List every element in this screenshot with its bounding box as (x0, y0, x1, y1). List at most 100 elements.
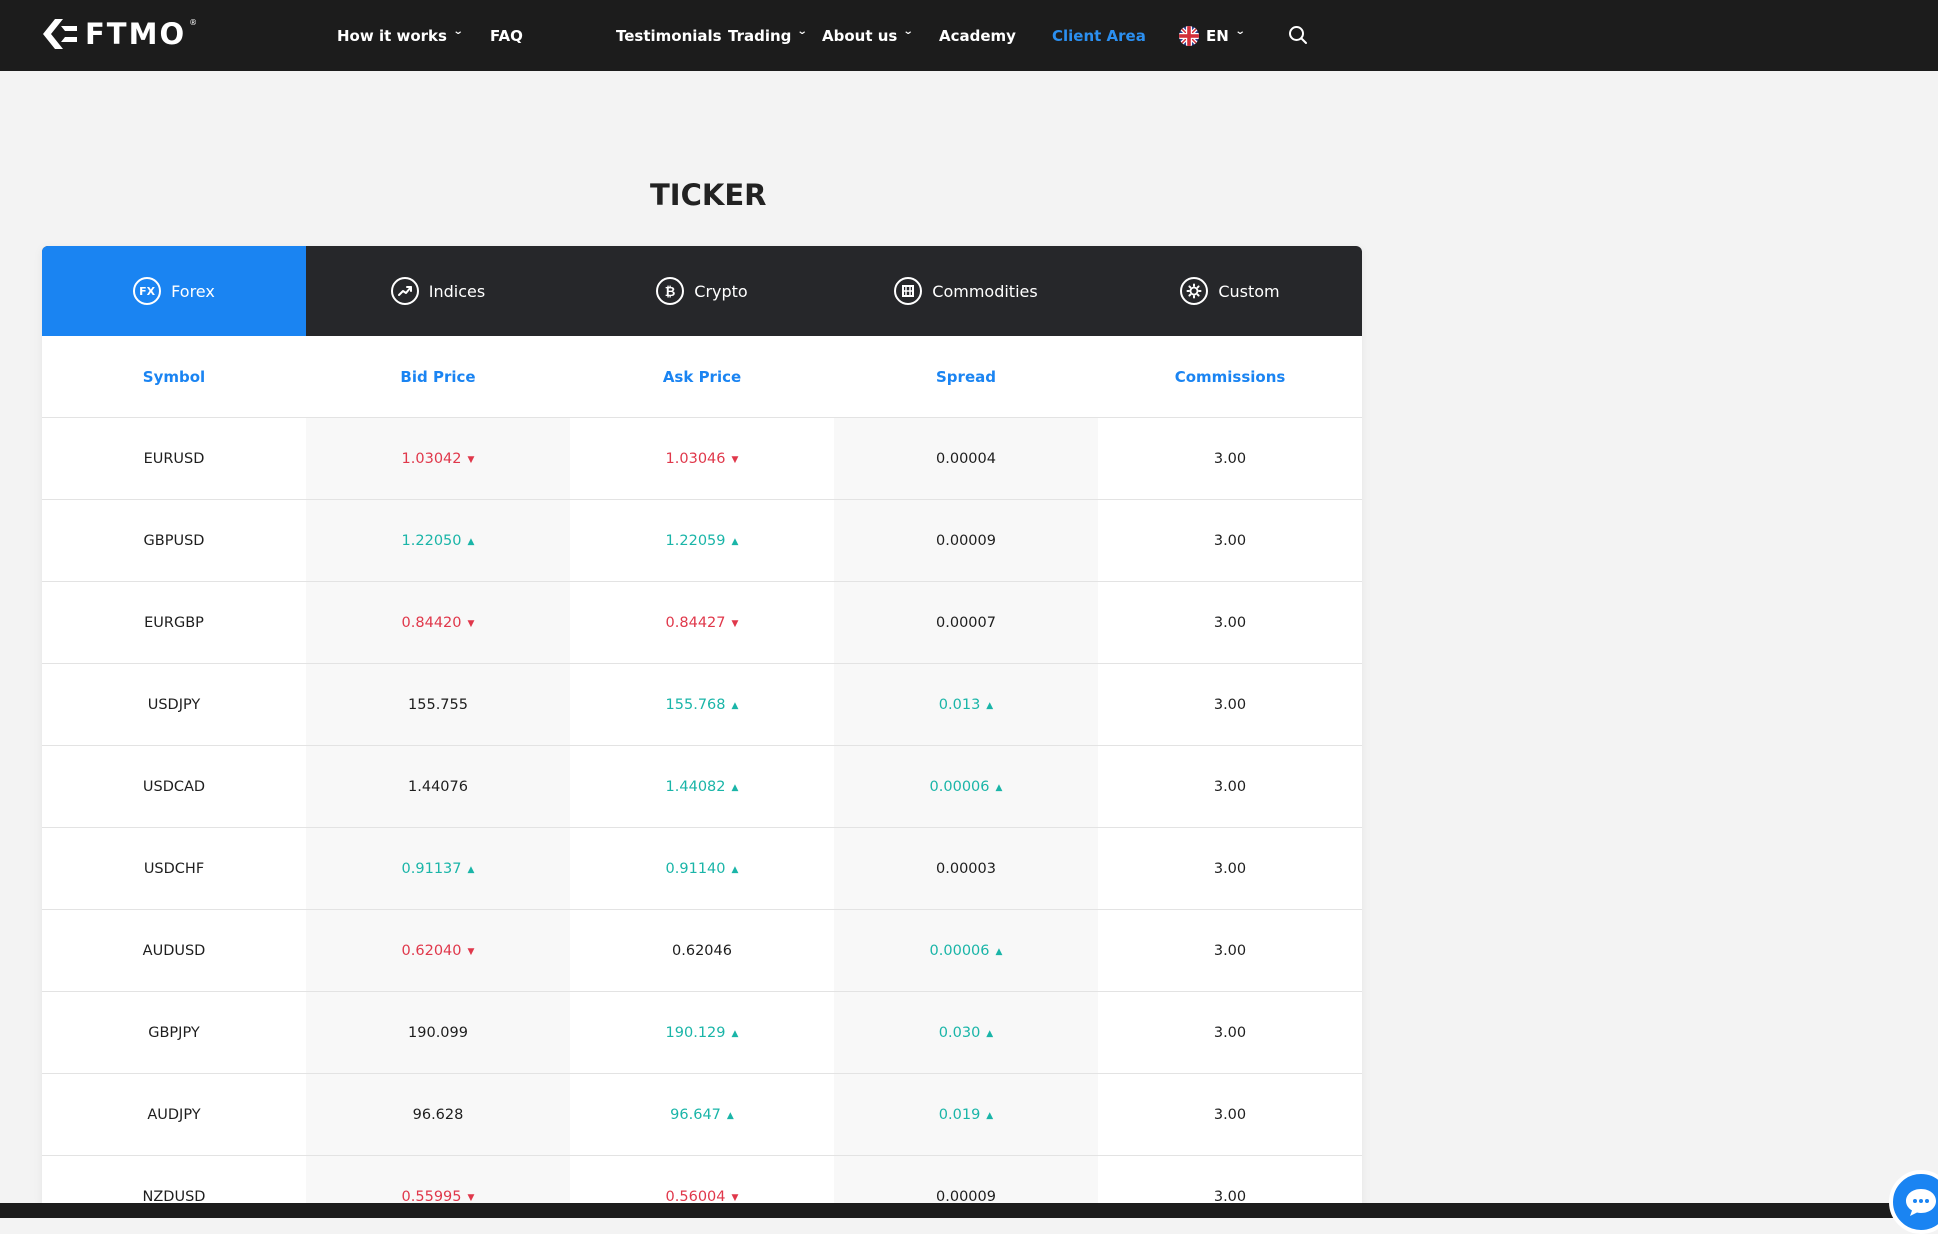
bid-price-cell: 0.62040 ▼ (306, 909, 570, 992)
page-title: TICKER (650, 178, 767, 212)
table-row[interactable]: AUDUSD 0.62040 ▼ 0.62046 0.00006 ▲ 3.00 (42, 909, 1362, 992)
tab-label: Custom (1218, 281, 1280, 301)
arrow-down-icon: ▼ (731, 618, 739, 629)
spread-value: 0.00007 (936, 614, 996, 631)
arrow-up-icon: ▲ (467, 536, 475, 547)
ask-price-value: 1.22059 (665, 532, 726, 549)
ask-price-value: 190.129 (665, 1024, 726, 1041)
nav-item-client-area[interactable]: Client Area (1052, 27, 1146, 45)
bid-price-value: 190.099 (408, 1024, 468, 1041)
ask-price-cell: 155.768 ▲ (570, 663, 834, 746)
table-row[interactable]: AUDJPY 96.628 96.647 ▲ 0.019 ▲ 3.00 (42, 1073, 1362, 1156)
symbol: AUDJPY (147, 1106, 201, 1123)
bid-price-value: 1.22050 (401, 532, 462, 549)
spread-cell: 0.030 ▲ (834, 991, 1098, 1074)
bid-price: 0.91137 ▲ (402, 861, 475, 877)
spread-cell: 0.00004 (834, 417, 1098, 500)
arrow-up-icon: ▲ (731, 536, 739, 547)
spread: 0.00009 (936, 533, 996, 549)
trend-up-icon (390, 277, 419, 305)
table-row[interactable]: NZDUSD 0.55995 ▼ 0.56004 ▼ 0.00009 3.00 (42, 1155, 1362, 1206)
ask-price: 0.62046 (672, 943, 732, 959)
bid-price-value: 1.03042 (401, 450, 462, 467)
table-row[interactable]: USDCAD 1.44076 1.44082 ▲ 0.00006 ▲ 3.00 (42, 745, 1362, 828)
arrow-up-icon: ▲ (731, 1028, 739, 1039)
chevron-down-icon: ⌄ (797, 26, 809, 37)
ftmo-logo-icon (43, 19, 77, 49)
tab-label: Forex (171, 281, 215, 301)
arrow-up-icon: ▲ (995, 782, 1003, 793)
spread-cell: 0.00007 (834, 581, 1098, 664)
arrow-down-icon: ▼ (731, 454, 739, 465)
language-selector[interactable]: EN ⌄ (1179, 25, 1245, 46)
arrow-up-icon: ▲ (995, 946, 1003, 957)
bid-price-cell: 1.44076 (306, 745, 570, 828)
commission: 3.00 (1213, 860, 1247, 877)
table-row[interactable]: GBPJPY 190.099 190.129 ▲ 0.030 ▲ 3.00 (42, 991, 1362, 1074)
nav-item-faq[interactable]: FAQ (490, 27, 523, 45)
bid-price-value: 0.91137 (401, 860, 462, 877)
ask-price-cell: 1.03046 ▼ (570, 417, 834, 500)
commission-cell: 3.00 (1098, 1155, 1362, 1206)
nav-item-how-it-works[interactable]: How it works ⌄ (337, 26, 464, 45)
tab-label: Commodities (932, 281, 1038, 301)
nav-item-trading[interactable]: Trading ⌄ (728, 26, 809, 45)
commission: 3.00 (1213, 778, 1247, 795)
main-nav: How it works ⌄ FAQ Testimonials Trading ⌄ Abou… (337, 0, 1277, 71)
tab-indices[interactable]: Indices (306, 246, 570, 336)
spread-value: 0.00004 (936, 450, 996, 467)
symbol-cell: GBPJPY (42, 991, 306, 1074)
commission-cell: 3.00 (1098, 991, 1362, 1074)
registered-mark: ® (189, 17, 198, 27)
gear-icon (1180, 277, 1209, 305)
tab-crypto[interactable]: ₿ Crypto (570, 246, 834, 336)
ask-price-cell: 0.62046 (570, 909, 834, 992)
spread-value: 0.00003 (936, 860, 996, 877)
tab-commodities[interactable]: Commodities (834, 246, 1098, 336)
ask-price-cell: 0.91140 ▲ (570, 827, 834, 910)
symbol-cell: EURGBP (42, 581, 306, 664)
commission: 3.00 (1213, 1024, 1247, 1041)
commission-cell: 3.00 (1098, 827, 1362, 910)
table-row[interactable]: USDJPY 155.755 155.768 ▲ 0.013 ▲ 3.00 (42, 663, 1362, 746)
arrow-up-icon: ▲ (467, 864, 475, 875)
nav-item-testimonials[interactable]: Testimonials (616, 27, 722, 45)
tab-forex[interactable]: FX Forex (42, 246, 306, 336)
nav-item-academy[interactable]: Academy (939, 27, 1016, 45)
spread: 0.030 ▲ (939, 1025, 993, 1041)
arrow-up-icon: ▲ (986, 1028, 994, 1039)
ask-price-value: 0.62046 (672, 942, 732, 959)
nav-item-about-us[interactable]: About us ⌄ (822, 26, 914, 45)
column-header-symbol: Symbol (42, 336, 306, 418)
arrow-down-icon: ▼ (731, 1192, 739, 1203)
bid-price-cell: 0.55995 ▼ (306, 1155, 570, 1206)
tab-custom[interactable]: Custom (1098, 246, 1362, 336)
search-button[interactable] (1287, 24, 1309, 46)
arrow-down-icon: ▼ (467, 618, 475, 629)
ask-price-value: 1.44082 (665, 778, 726, 795)
symbol: USDCAD (142, 778, 206, 795)
ask-price-value: 0.91140 (665, 860, 726, 877)
table-row[interactable]: EURUSD 1.03042 ▼ 1.03046 ▼ 0.00004 3.00 (42, 417, 1362, 500)
ask-price: 0.84427 ▼ (666, 615, 739, 631)
uk-flag-icon (1179, 25, 1199, 46)
table-row[interactable]: USDCHF 0.91137 ▲ 0.91140 ▲ 0.00003 3.00 (42, 827, 1362, 910)
symbol-cell: USDCHF (42, 827, 306, 910)
spread-value: 0.00009 (936, 532, 996, 549)
nav-item-label: About us (822, 26, 898, 45)
symbol: EURUSD (143, 450, 205, 467)
symbol: USDJPY (147, 696, 201, 713)
bid-price-value: 0.84420 (401, 614, 462, 631)
ftmo-logo[interactable]: FTMO ® (41, 15, 200, 53)
ticker-table: Symbol Bid Price Ask Price Spread Commission… (42, 336, 1362, 1206)
bid-price-cell: 96.628 (306, 1073, 570, 1156)
table-row[interactable]: EURGBP 0.84420 ▼ 0.84427 ▼ 0.00007 3.00 (42, 581, 1362, 664)
bid-price-cell: 1.03042 ▼ (306, 417, 570, 500)
commission: 3.00 (1213, 614, 1247, 631)
ask-price: 96.647 ▲ (670, 1107, 734, 1123)
ask-price-value: 96.647 (670, 1106, 721, 1123)
chat-button[interactable] (1889, 1170, 1938, 1234)
table-row[interactable]: GBPUSD 1.22050 ▲ 1.22059 ▲ 0.00009 3.00 (42, 499, 1362, 582)
symbol: AUDUSD (142, 942, 206, 959)
bid-price-value: 96.628 (412, 1106, 464, 1123)
